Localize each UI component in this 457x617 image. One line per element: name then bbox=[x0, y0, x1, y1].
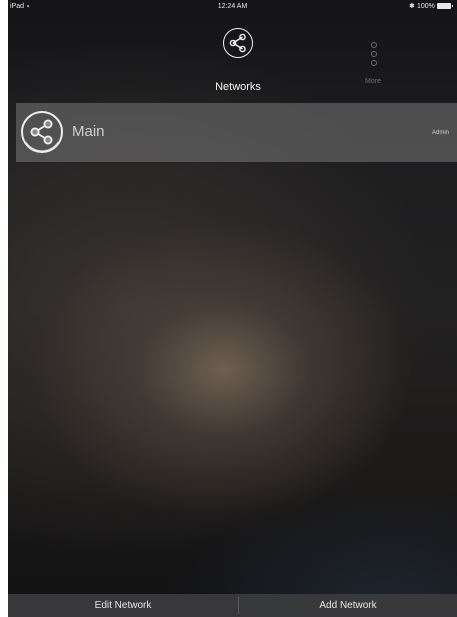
network-role: Admin bbox=[431, 130, 449, 136]
nav-networks-tab[interactable]: Networks bbox=[198, 25, 278, 95]
battery-icon bbox=[437, 3, 453, 9]
app-screen: iPad ◔ 12:24 AM ✱ 100% Networks More Mai… bbox=[8, 0, 457, 617]
status-bar: iPad ◔ 12:24 AM ✱ 100% bbox=[8, 0, 457, 14]
network-row-main[interactable]: Main Admin bbox=[16, 103, 457, 162]
bottom-toolbar: Edit Network Add Network bbox=[8, 594, 457, 617]
nav-networks-label: Networks bbox=[215, 81, 261, 93]
edit-network-button[interactable]: Edit Network bbox=[8, 594, 238, 617]
network-name: Main bbox=[72, 123, 105, 140]
add-network-button[interactable]: Add Network bbox=[239, 594, 457, 617]
share-icon bbox=[223, 28, 253, 58]
bluetooth-icon: ✱ bbox=[409, 3, 415, 10]
battery-percent: 100% bbox=[417, 3, 435, 10]
share-icon bbox=[19, 109, 65, 155]
nav-more-label: More bbox=[365, 78, 381, 85]
status-time: 12:24 AM bbox=[217, 3, 248, 10]
nav-more-tab[interactable]: More bbox=[358, 38, 394, 88]
